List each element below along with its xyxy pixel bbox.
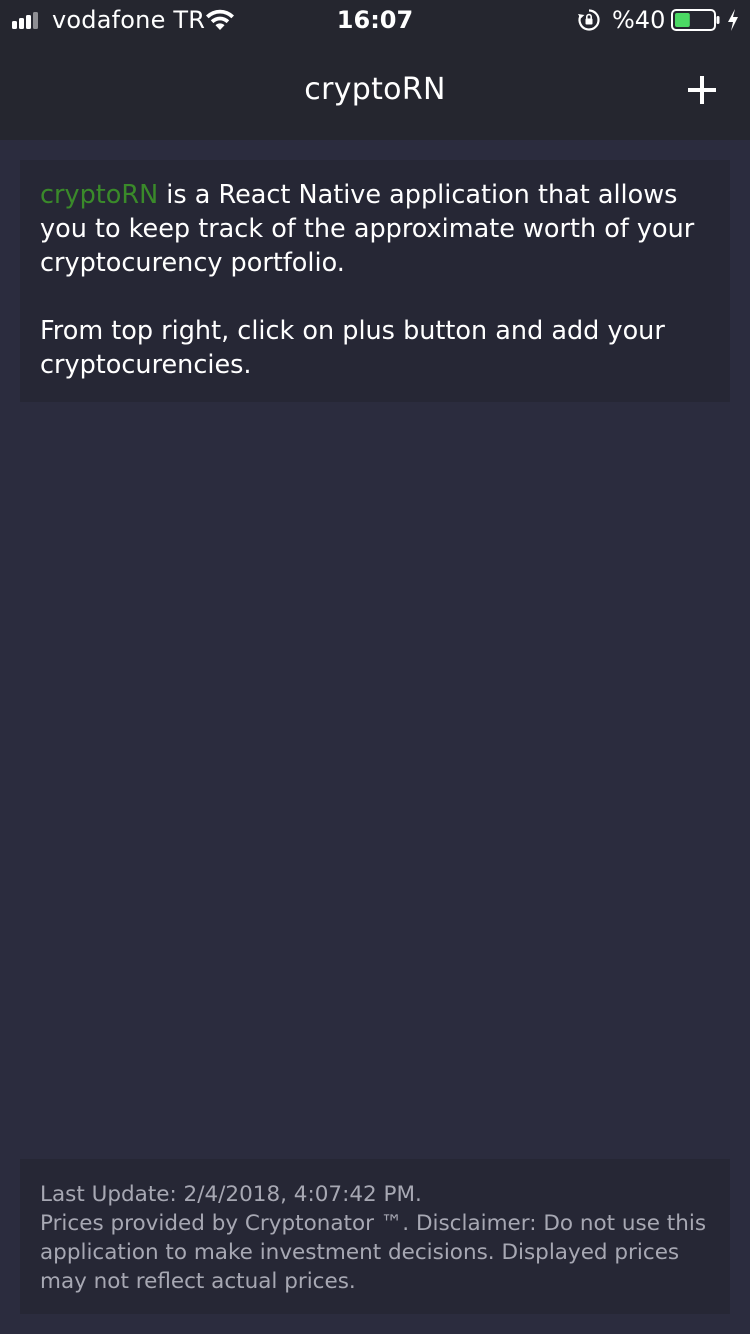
intro-card: cryptoRN is a React Native application t… (20, 160, 730, 402)
plus-icon (688, 76, 716, 104)
footer-card: Last Update: 2/4/2018, 4:07:42 PM. Price… (20, 1159, 730, 1314)
last-update-text: Last Update: 2/4/2018, 4:07:42 PM. (40, 1182, 422, 1207)
battery-icon (671, 9, 720, 31)
charging-bolt-icon (728, 9, 738, 31)
brand-name: cryptoRN (40, 180, 159, 210)
nav-bar: cryptoRN (0, 40, 750, 140)
status-bar: vodafone TR 16:07 %40 (0, 0, 750, 40)
intro-paragraph: cryptoRN is a React Native application t… (40, 178, 710, 280)
instruction-paragraph: From top right, click on plus button and… (40, 316, 665, 380)
page-title: cryptoRN (304, 72, 446, 107)
add-cryptocurrency-button[interactable] (678, 66, 726, 114)
orientation-lock-icon (578, 9, 600, 31)
battery-percent: %40 (612, 6, 666, 34)
disclaimer-text: Prices provided by Cryptonator ™. Discla… (40, 1211, 707, 1294)
